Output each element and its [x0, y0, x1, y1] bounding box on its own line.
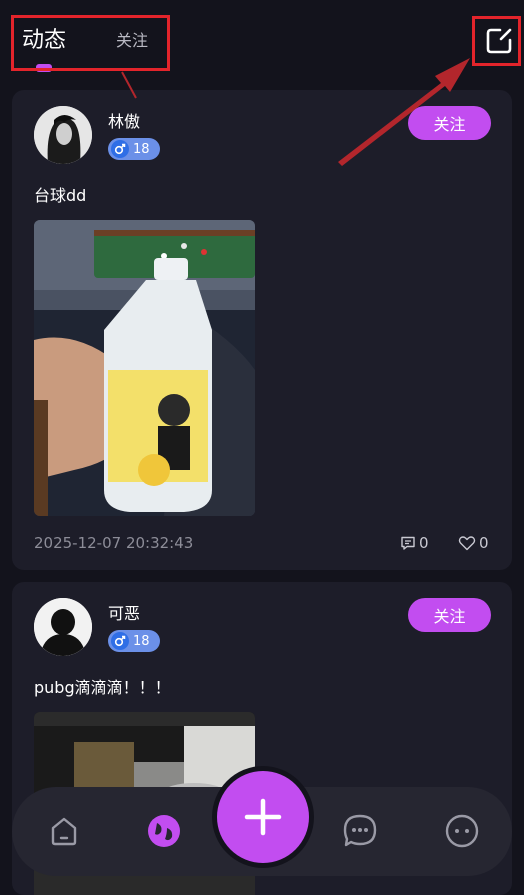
- post-image[interactable]: [34, 220, 255, 516]
- like-button[interactable]: 0: [458, 534, 489, 552]
- level-value: 18: [133, 141, 150, 157]
- post-timestamp: 2025-12-07 20:32:43: [34, 534, 194, 552]
- avatar[interactable]: [34, 598, 92, 656]
- more-icon: [445, 814, 479, 848]
- username[interactable]: 可恶: [108, 600, 140, 624]
- discover-icon: [148, 815, 180, 847]
- messages-icon: [343, 814, 377, 847]
- add-post-button[interactable]: [217, 771, 309, 863]
- comment-icon: [401, 536, 415, 550]
- annotation-box-tabs: [11, 15, 170, 71]
- annotation-box-edit: [472, 16, 521, 66]
- heart-icon: [458, 536, 476, 551]
- male-icon: [111, 632, 129, 650]
- post-text: 台球dd: [34, 186, 87, 205]
- username[interactable]: 林傲: [108, 108, 140, 132]
- app-screen: 动态 关注 林傲 18 关注 台球dd 2025-12-07 20:32:43 …: [0, 0, 524, 895]
- nav-more[interactable]: [440, 809, 484, 853]
- nav-home[interactable]: [42, 809, 86, 853]
- comment-count: 0: [419, 534, 429, 552]
- level-value: 18: [133, 633, 150, 649]
- level-badge: 18: [108, 138, 160, 160]
- comment-button[interactable]: 0: [400, 534, 429, 552]
- like-count: 0: [479, 534, 489, 552]
- male-icon: [111, 140, 129, 158]
- home-icon: [51, 817, 77, 846]
- nav-messages[interactable]: [338, 809, 382, 853]
- post-text: pubg滴滴滴！！！: [34, 678, 171, 697]
- follow-button[interactable]: 关注: [408, 106, 491, 140]
- level-badge: 18: [108, 630, 160, 652]
- nav-discover[interactable]: [142, 809, 186, 853]
- add-icon: [244, 798, 282, 836]
- avatar[interactable]: [34, 106, 92, 164]
- post-card[interactable]: 林傲 18 关注 台球dd 2025-12-07 20:32:43 0 0: [12, 90, 512, 570]
- follow-button[interactable]: 关注: [408, 598, 491, 632]
